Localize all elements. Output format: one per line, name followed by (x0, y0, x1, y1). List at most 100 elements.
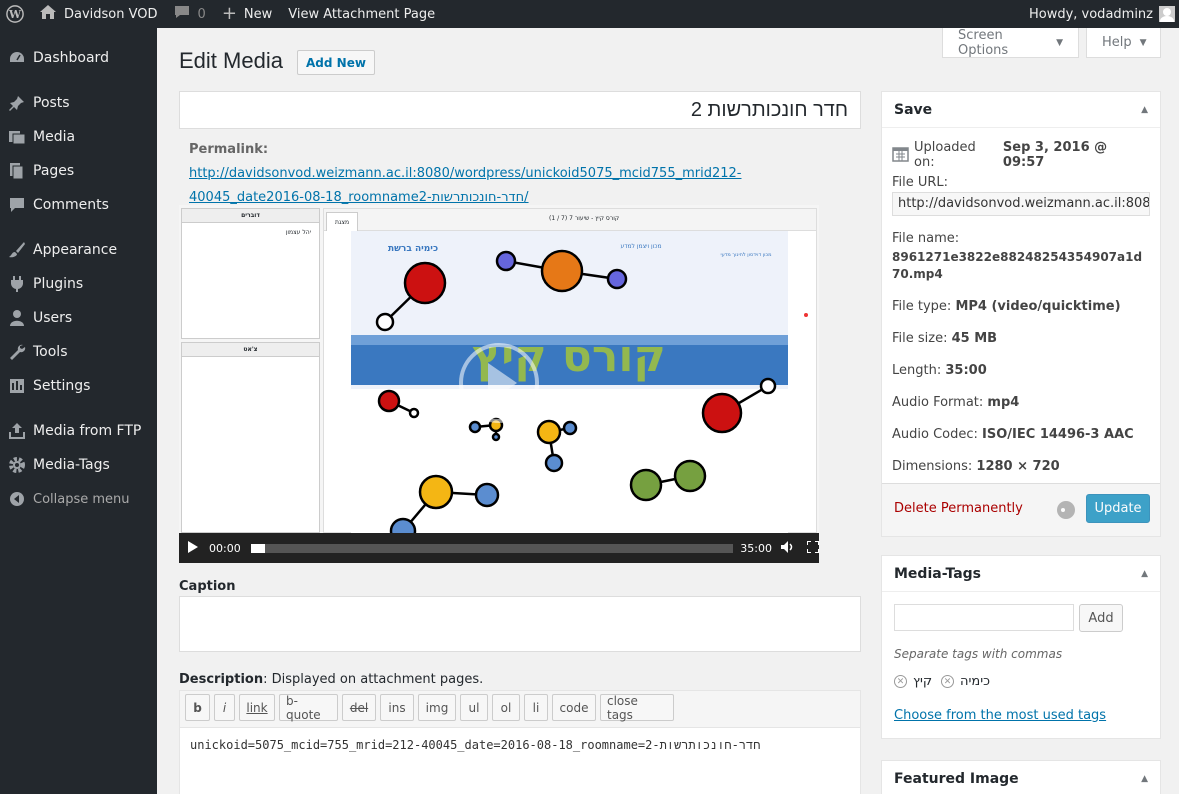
permalink: Permalink: http://davidsonvod.weizmann.a… (189, 138, 789, 210)
admin-menu: Dashboard Posts Media Pages Comments App… (0, 28, 157, 794)
menu-item-media-from-ftp[interactable]: Media from FTP (0, 414, 157, 448)
quicktag-italic-button[interactable]: i (214, 694, 235, 721)
menu-item-tools[interactable]: Tools (0, 335, 157, 369)
wrench-icon (7, 342, 27, 362)
fullscreen-icon[interactable] (806, 539, 819, 556)
quicktag-bold-button[interactable]: b (185, 694, 210, 721)
length-value: 35:00 (945, 363, 987, 378)
file-size-value: 45 MB (951, 331, 998, 346)
menu-label: Dashboard (33, 50, 109, 66)
add-tag-button[interactable]: Add (1079, 604, 1123, 632)
collapse-arrow-icon: ▲ (1141, 104, 1148, 115)
media-tags-title: Media-Tags (894, 565, 981, 582)
uploaded-label: Uploaded on: (914, 140, 976, 170)
menu-item-appearance[interactable]: Appearance (0, 233, 157, 267)
slide-header: קורס קיץ - שיעור 7 (7 / 1) (549, 215, 620, 222)
file-type-label: File type: (892, 299, 952, 314)
quicktag-li-button[interactable]: li (524, 694, 548, 721)
screen-options-button[interactable]: Screen Options ▼ (942, 28, 1079, 58)
file-url-input[interactable]: http://davidsonvod.weizmann.ac.il:8080/w… (892, 192, 1150, 216)
menu-item-users[interactable]: Users (0, 301, 157, 335)
progress-fill (250, 543, 266, 553)
quicktag-ol-button[interactable]: ol (492, 694, 520, 721)
menu-label: Users (33, 310, 73, 326)
quicktag-close-tags-button[interactable]: close tags (600, 694, 674, 722)
dimensions-value: 1280 × 720 (976, 459, 1060, 474)
pages-icon (7, 161, 27, 181)
menu-label: Media (33, 129, 76, 145)
save-box-header[interactable]: Save ▲ (882, 92, 1160, 128)
site-name-link[interactable]: Davidson VOD (32, 0, 166, 28)
quicktag-link-button[interactable]: link (239, 694, 275, 721)
media-icon (7, 127, 27, 147)
brush-icon (7, 240, 27, 260)
most-used-tags-link[interactable]: Choose from the most used tags (894, 708, 1106, 723)
update-button[interactable]: Update (1086, 494, 1150, 523)
file-url-value: http://davidsonvod.weizmann.ac.il:8080/w… (898, 196, 1150, 211)
caret-down-icon: ▼ (1139, 37, 1147, 48)
volume-icon[interactable] (781, 540, 795, 556)
dashboard-icon (7, 48, 27, 68)
menu-label: Settings (33, 378, 91, 394)
add-new-button[interactable]: Add New (297, 50, 375, 75)
file-type: File type: MP4 (video/quicktime) (892, 299, 1150, 314)
permalink-link-line2[interactable]: 40045_date2016-08-18_roomname2-חדר-חונכו… (189, 190, 529, 205)
quicktag-ul-button[interactable]: ul (460, 694, 488, 721)
view-attachment-link[interactable]: View Attachment Page (280, 0, 443, 28)
page-title: Edit Media (179, 48, 283, 73)
menu-label: Posts (33, 95, 70, 111)
menu-item-plugins[interactable]: Plugins (0, 267, 157, 301)
file-type-value: MP4 (video/quicktime) (955, 299, 1121, 314)
caption-textarea[interactable] (179, 596, 861, 652)
description-label-text: Description (179, 672, 264, 687)
comments-link[interactable]: 0 (166, 0, 214, 28)
logo-right2: מכון דוידסון לחינוך מדעי (720, 252, 771, 258)
progress-bar[interactable] (250, 543, 734, 553)
tag-item: ✕ קיץ (894, 674, 932, 689)
audio-codec-value: ISO/IEC 14496-3 AAC (982, 427, 1134, 442)
new-tag-input[interactable] (894, 604, 1074, 631)
quicktag-ins-button[interactable]: ins (380, 694, 414, 721)
menu-item-media-tags[interactable]: Media-Tags (0, 448, 157, 482)
length-label: Length: (892, 363, 942, 378)
menu-item-posts[interactable]: Posts (0, 86, 157, 120)
uploaded-value: Sep 3, 2016 @ 09:57 (1002, 140, 1108, 170)
site-name: Davidson VOD (64, 6, 158, 22)
account-menu[interactable]: Howdy, vodadminz (1021, 0, 1179, 28)
menu-item-settings[interactable]: Settings (0, 369, 157, 403)
menu-label: Media-Tags (33, 457, 110, 473)
description-textarea[interactable]: unickoid=5075_mcid=755_mrid=212-40045_da… (190, 738, 760, 753)
title-input[interactable]: חדר חונכותרשות 2 (179, 91, 861, 129)
quicktag-code-button[interactable]: code (552, 694, 596, 721)
menu-item-pages[interactable]: Pages (0, 154, 157, 188)
delete-permanently-link[interactable]: Delete Permanently (894, 501, 1023, 516)
audio-codec: Audio Codec: ISO/IEC 14496-3 AAC (892, 427, 1150, 442)
upload-icon (7, 421, 27, 441)
menu-item-comments[interactable]: Comments (0, 188, 157, 222)
remove-tag-icon[interactable]: ✕ (941, 675, 954, 688)
quicktag-bquote-button[interactable]: b-quote (279, 694, 338, 722)
featured-image-header[interactable]: Featured Image ▲ (882, 761, 1160, 794)
play-button[interactable] (187, 540, 199, 556)
file-name-label: File name: (892, 231, 960, 246)
remove-tag-icon[interactable]: ✕ (894, 675, 907, 688)
presentation-tab: מצגת (326, 212, 359, 231)
collapse-menu-button[interactable]: Collapse menu (0, 482, 157, 516)
video-player[interactable]: דוברים יהל עצמון צ'אט מצגת קורס קיץ - שי… (179, 205, 819, 563)
media-tags-header[interactable]: Media-Tags ▲ (882, 556, 1160, 592)
quicktag-del-button[interactable]: del (342, 694, 376, 721)
permalink-label: Permalink: (189, 142, 269, 157)
menu-item-media[interactable]: Media (0, 120, 157, 154)
quicktag-img-button[interactable]: img (418, 694, 456, 721)
new-content-link[interactable]: + New (214, 0, 280, 28)
time-total: 35:00 (740, 541, 772, 555)
help-button[interactable]: Help ▼ (1086, 28, 1161, 58)
file-size: File size: 45 MB (892, 331, 1150, 346)
avatar (1159, 6, 1175, 22)
logo-left: כימיה ברשת (388, 244, 438, 254)
featured-image-box: Featured Image ▲ (881, 760, 1161, 794)
permalink-link-line1[interactable]: http://davidsonvod.weizmann.ac.il:8080/w… (189, 166, 741, 181)
home-icon (40, 5, 56, 23)
wordpress-logo-icon[interactable]: W (0, 0, 32, 28)
menu-item-dashboard[interactable]: Dashboard (0, 41, 157, 75)
